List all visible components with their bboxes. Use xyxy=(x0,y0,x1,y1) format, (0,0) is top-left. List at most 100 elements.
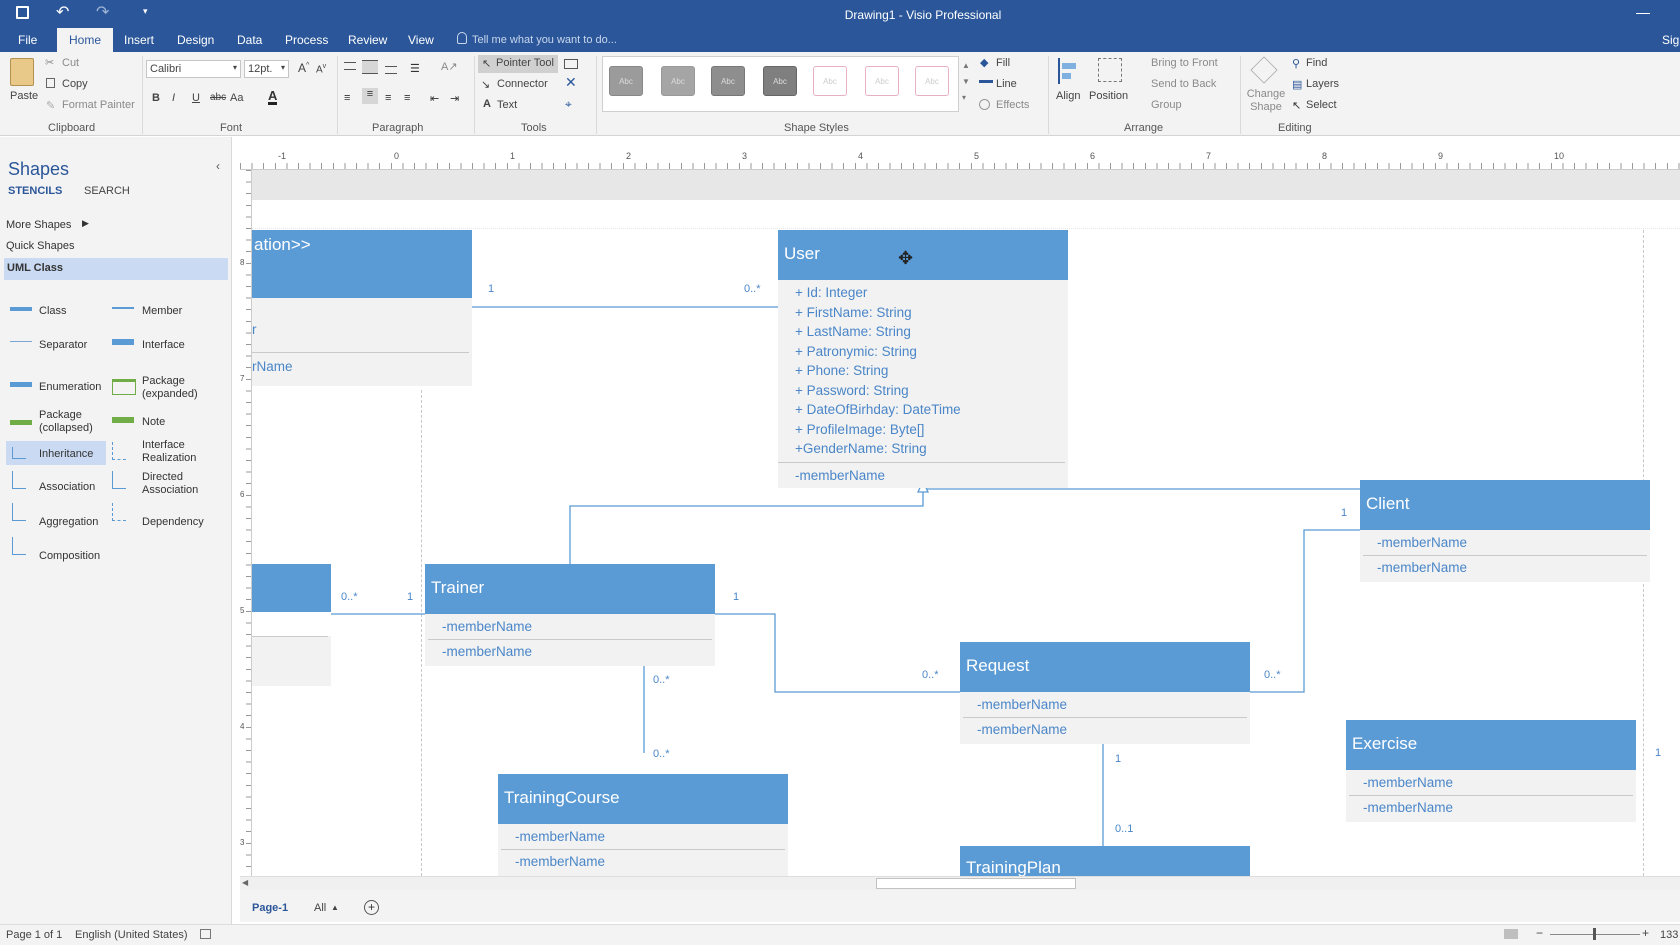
stencil-association[interactable]: Association xyxy=(39,481,95,493)
stencil-class[interactable]: Class xyxy=(39,305,67,317)
stencil-composition[interactable]: Composition xyxy=(39,550,100,562)
stencil-inheritance[interactable]: Inheritance xyxy=(39,448,93,460)
align-left-icon[interactable]: ≡ xyxy=(344,92,350,104)
horizontal-scrollbar[interactable]: ◀ xyxy=(240,876,1680,890)
grow-font-icon[interactable]: A^ xyxy=(298,61,309,75)
zoom-level[interactable]: 133 xyxy=(1660,929,1678,941)
tab-process[interactable]: Process xyxy=(285,28,328,52)
underline-button[interactable]: U xyxy=(192,92,200,104)
stencil-dependency[interactable]: Dependency xyxy=(142,516,204,528)
justify-icon[interactable]: ≡ xyxy=(404,92,410,104)
sign-in-link[interactable]: Sign xyxy=(1662,28,1680,52)
tab-data[interactable]: Data xyxy=(237,28,262,52)
tab-home[interactable]: Home xyxy=(57,28,114,52)
drawing-canvas[interactable]: ation>> r rName User + Id: Integer + Fir… xyxy=(252,170,1680,876)
paste-icon[interactable] xyxy=(10,58,34,86)
class-box-training-plan[interactable]: TrainingPlan xyxy=(960,846,1250,876)
change-case-button[interactable]: Aa xyxy=(230,92,243,104)
increase-indent-icon[interactable]: ⇥ xyxy=(450,92,459,105)
stencil-interface[interactable]: Interface xyxy=(142,339,185,351)
drawing-page[interactable]: ation>> r rName User + Id: Integer + Fir… xyxy=(252,200,1680,876)
tab-design[interactable]: Design xyxy=(177,28,214,52)
stencil-package-expanded[interactable]: Package (expanded) xyxy=(142,375,212,401)
style-swatch-3[interactable]: Abc xyxy=(711,66,745,96)
style-swatch-2[interactable]: Abc xyxy=(661,66,695,96)
strikethrough-button[interactable]: abc xyxy=(210,92,226,103)
scroll-left-icon[interactable]: ◀ xyxy=(242,878,248,887)
pointer-tool-button[interactable]: ↖ Pointer Tool xyxy=(478,55,558,73)
stencil-note[interactable]: Note xyxy=(142,416,165,428)
class-box-client[interactable]: Client -memberName -memberName xyxy=(1360,480,1650,582)
class-box-exercise[interactable]: Exercise -memberName -memberName xyxy=(1346,720,1636,822)
select-button[interactable]: Select xyxy=(1306,99,1337,111)
class-box-request[interactable]: Request -memberName -memberName xyxy=(960,642,1250,744)
connection-point-icon[interactable]: ⌖ xyxy=(565,97,572,112)
bring-to-front-button[interactable]: Bring to Front xyxy=(1151,57,1218,69)
stencil-package-collapsed[interactable]: Package (collapsed) xyxy=(39,409,109,435)
stencil-directed-association[interactable]: Directed Association xyxy=(142,471,222,497)
send-to-back-button[interactable]: Send to Back xyxy=(1151,78,1216,90)
zoom-slider-thumb[interactable] xyxy=(1593,928,1596,940)
class-box-training-course[interactable]: TrainingCourse -memberName -memberName xyxy=(498,774,788,876)
stencils-tab[interactable]: STENCILS xyxy=(8,185,62,197)
line-button[interactable]: Line xyxy=(996,78,1017,90)
cut-button[interactable]: Cut xyxy=(62,57,79,69)
format-painter-button[interactable]: Format Painter xyxy=(62,99,135,111)
decrease-indent-icon[interactable]: ⇤ xyxy=(430,92,439,105)
uml-class-stencil[interactable]: UML Class xyxy=(4,258,228,280)
text-direction-icon[interactable]: A↗ xyxy=(441,60,458,73)
text-tool-button[interactable]: Text xyxy=(497,99,517,111)
tab-file[interactable]: File xyxy=(18,28,37,52)
stencil-aggregation[interactable]: Aggregation xyxy=(39,516,98,528)
position-button[interactable]: Position xyxy=(1089,90,1128,102)
shrink-font-icon[interactable]: Av xyxy=(316,63,326,75)
find-button[interactable]: Find xyxy=(1306,57,1327,69)
font-size-select[interactable]: 12pt. ▾ xyxy=(244,60,289,78)
stencil-member[interactable]: Member xyxy=(142,305,182,317)
tell-me-box[interactable]: Tell me what you want to do... xyxy=(472,28,617,52)
style-swatch-4[interactable]: Abc xyxy=(763,66,797,96)
stencil-separator[interactable]: Separator xyxy=(39,339,87,351)
layers-button[interactable]: Layers xyxy=(1306,78,1339,90)
macro-record-icon[interactable] xyxy=(200,929,211,939)
align-center-icon[interactable]: ≡ xyxy=(362,88,378,104)
align-bottom-icon[interactable] xyxy=(385,66,397,74)
stencil-enumeration[interactable]: Enumeration xyxy=(39,381,101,393)
scroll-thumb[interactable] xyxy=(876,878,1076,889)
presentation-mode-icon[interactable] xyxy=(1504,929,1518,939)
class-box-left-mid[interactable] xyxy=(252,564,331,686)
quick-shapes-link[interactable]: Quick Shapes xyxy=(6,240,74,252)
font-color-icon[interactable]: A xyxy=(268,89,278,105)
align-top-icon[interactable] xyxy=(344,62,356,70)
style-swatch-1[interactable]: Abc xyxy=(609,66,643,96)
copy-button[interactable]: Copy xyxy=(62,78,88,90)
fill-button[interactable]: Fill xyxy=(996,57,1010,69)
collapse-panel-icon[interactable]: ‹ xyxy=(216,159,220,173)
bold-button[interactable]: B xyxy=(152,92,160,104)
paste-button[interactable]: Paste xyxy=(10,90,38,102)
rectangle-tool-icon[interactable] xyxy=(564,59,578,69)
tab-review[interactable]: Review xyxy=(348,28,387,52)
tab-view[interactable]: View xyxy=(408,28,434,52)
gallery-scroll-icon[interactable]: ▲ ▼ ▾ xyxy=(962,58,970,106)
page-tab-page-1[interactable]: Page-1 xyxy=(252,902,288,914)
italic-button[interactable]: I xyxy=(172,92,175,104)
close-connector-icon[interactable]: ✕ xyxy=(565,74,577,91)
style-swatch-6[interactable]: Abc xyxy=(865,66,899,96)
align-button[interactable]: Align xyxy=(1056,90,1080,102)
minimize-button[interactable] xyxy=(1636,13,1650,14)
zoom-in-icon[interactable]: + xyxy=(1642,926,1649,940)
class-box-user[interactable]: User + Id: Integer + FirstName: String +… xyxy=(778,230,1068,488)
align-right-icon[interactable]: ≡ xyxy=(385,92,391,104)
more-shapes-link[interactable]: More Shapes xyxy=(6,219,71,231)
stencil-interface-realization[interactable]: Interface Realization xyxy=(142,439,222,465)
class-box-trainer[interactable]: Trainer -memberName -memberName xyxy=(425,564,715,666)
group-button[interactable]: Group xyxy=(1151,99,1182,111)
align-middle-icon[interactable] xyxy=(362,60,378,74)
all-pages-tab[interactable]: All xyxy=(314,902,326,914)
zoom-out-icon[interactable]: − xyxy=(1536,926,1543,940)
change-shape-button[interactable]: Change Shape xyxy=(1246,88,1286,114)
effects-button[interactable]: Effects xyxy=(996,99,1029,111)
font-name-select[interactable]: Calibri ▾ xyxy=(146,60,241,78)
add-page-icon[interactable]: + xyxy=(364,900,379,915)
